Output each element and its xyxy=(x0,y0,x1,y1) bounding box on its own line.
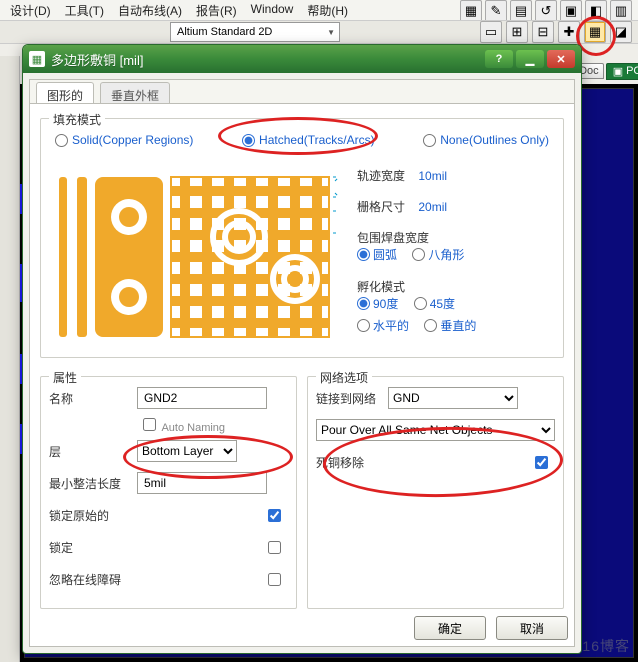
ignore-violations-label: 忽略在线障碍 xyxy=(49,571,167,588)
toolbar-icon[interactable]: ▥ xyxy=(610,0,632,22)
cancel-button[interactable]: 取消 xyxy=(496,616,568,640)
view-mode-dropdown[interactable]: Altium Standard 2D xyxy=(170,22,340,42)
connect-net-select[interactable]: GND xyxy=(388,387,518,409)
radio-surround-arc[interactable]: 圆弧 xyxy=(357,246,397,263)
view-mode-label: Altium Standard 2D xyxy=(177,26,272,38)
dead-copper-checkbox[interactable] xyxy=(535,456,548,469)
net-options-group: 网络选项 链接到网络 GND Pour Over All Same Net Ob… xyxy=(307,376,564,609)
radio-vert[interactable]: 垂直的 xyxy=(424,317,476,334)
tab-content: 填充模式 Solid(Copper Regions) Hatched(Track… xyxy=(30,104,574,646)
dialog-body: 图形的 垂直外框 填充模式 Solid(Copper Regions) Hatc… xyxy=(29,79,575,647)
toolbar-icon[interactable]: ⊟ xyxy=(532,21,554,43)
help-button[interactable]: ? xyxy=(485,50,513,68)
hatch-preview-icon xyxy=(49,167,339,347)
ignore-violations-checkbox[interactable] xyxy=(268,573,281,586)
left-dock xyxy=(0,56,20,662)
radio-solid[interactable]: Solid(Copper Regions) xyxy=(55,133,193,147)
tab-outline[interactable]: 垂直外框 xyxy=(100,82,170,103)
layer-select[interactable]: Bottom Layer xyxy=(137,440,237,462)
surround-label: 包围焊盘宽度 xyxy=(357,229,555,246)
menu-design[interactable]: 设计(D) xyxy=(4,0,57,20)
layer-label: 层 xyxy=(49,443,137,460)
radio-hatched[interactable]: Hatched(Tracks/Arcs) xyxy=(242,133,375,147)
tabs: 图形的 垂直外框 xyxy=(30,80,574,104)
fillmode-group: 填充模式 Solid(Copper Regions) Hatched(Track… xyxy=(40,118,564,358)
menu-report[interactable]: 报告(R) xyxy=(190,0,243,20)
neck-input[interactable] xyxy=(137,472,267,494)
polygon-pour-tool-icon[interactable]: ▦ xyxy=(584,21,606,43)
toolbar-icon[interactable]: ▦ xyxy=(460,0,482,22)
lock-label: 锁定 xyxy=(49,539,167,556)
pcb-tab[interactable]: ▣PCB xyxy=(606,63,638,80)
toolbar-icon[interactable]: ✎ xyxy=(485,0,507,22)
menu-window[interactable]: Window xyxy=(245,0,300,20)
hatch-params: 轨迹宽度 10mil 栅格尺寸 20mil 包围焊盘宽度 圆弧 八角形 xyxy=(357,167,555,349)
toolbar-icon[interactable]: ▭ xyxy=(480,21,502,43)
radio-45[interactable]: 45度 xyxy=(414,295,455,312)
tab-graphical[interactable]: 图形的 xyxy=(36,82,94,103)
ok-button[interactable]: 确定 xyxy=(414,616,486,640)
menu-tools[interactable]: 工具(T) xyxy=(59,0,110,20)
dialog-title: 多边形敷铜 [mil] xyxy=(51,50,485,69)
menu-bar: 设计(D) 工具(T) 自动布线(A) 报告(R) Window 帮助(H) ▦… xyxy=(0,0,638,20)
lock-primitives-label: 锁定原始的 xyxy=(49,507,167,524)
auto-naming-checkbox[interactable]: Auto Naming xyxy=(139,422,225,434)
properties-group: 属性 名称 Auto Naming 层 Bottom Layer 最小整洁长度 xyxy=(40,376,297,609)
properties-legend: 属性 xyxy=(49,369,81,386)
toolbar-icon[interactable]: ✚ xyxy=(558,21,580,43)
fillmode-legend: 填充模式 xyxy=(49,111,105,128)
dialog-titlebar[interactable]: ▦ 多边形敷铜 [mil] ? ▁ ✕ xyxy=(23,45,581,73)
toolbar: Altium Standard 2D ▭ ⊞ ⊟ ✚ ▦ ◪ xyxy=(0,20,638,44)
grid-size-label: 栅格尺寸 xyxy=(357,200,405,214)
minimize-button[interactable]: ▁ xyxy=(516,50,544,68)
dead-copper-label: 死铜移除 xyxy=(316,454,434,471)
track-width-label: 轨迹宽度 xyxy=(357,169,405,183)
radio-90[interactable]: 90度 xyxy=(357,295,398,312)
toolbar-icon[interactable]: ◪ xyxy=(610,21,632,43)
grid-size-value[interactable]: 20mil xyxy=(418,200,447,214)
lock-checkbox[interactable] xyxy=(268,541,281,554)
dialog-icon: ▦ xyxy=(29,51,45,67)
polygon-pour-dialog: ▦ 多边形敷铜 [mil] ? ▁ ✕ 图形的 垂直外框 填充模式 Solid(… xyxy=(22,44,582,654)
toolbar-icon[interactable]: ↺ xyxy=(535,0,557,22)
name-label: 名称 xyxy=(49,390,137,407)
toolbar-icon[interactable]: ⊞ xyxy=(506,21,528,43)
radio-horiz[interactable]: 水平的 xyxy=(357,317,409,334)
pour-over-select[interactable]: Pour Over All Same Net Objects xyxy=(316,419,555,441)
menu-autoroute[interactable]: 自动布线(A) xyxy=(112,0,188,20)
lock-primitives-checkbox[interactable] xyxy=(268,509,281,522)
hatchmode-label: 孵化模式 xyxy=(357,278,555,295)
toolbar-icon[interactable]: ▣ xyxy=(560,0,582,22)
radio-surround-oct[interactable]: 八角形 xyxy=(412,246,464,263)
radio-none[interactable]: None(Outlines Only) xyxy=(423,133,549,147)
toolbar-icon[interactable]: ▤ xyxy=(510,0,532,22)
name-input[interactable] xyxy=(137,387,267,409)
neck-label: 最小整洁长度 xyxy=(49,475,137,492)
menu-help[interactable]: 帮助(H) xyxy=(301,0,354,20)
close-button[interactable]: ✕ xyxy=(547,50,575,68)
toolbar-icon[interactable]: ◧ xyxy=(585,0,607,22)
net-legend: 网络选项 xyxy=(316,369,372,386)
connect-net-label: 链接到网络 xyxy=(316,390,388,407)
track-width-value[interactable]: 10mil xyxy=(418,169,447,183)
